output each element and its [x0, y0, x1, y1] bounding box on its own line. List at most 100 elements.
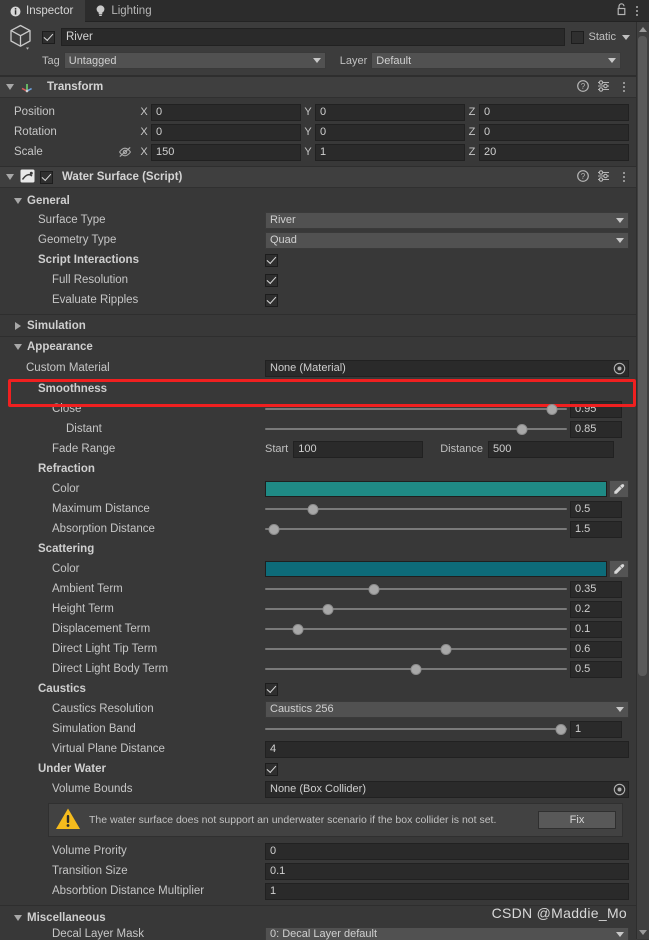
static-checkbox[interactable] — [571, 30, 585, 44]
direct-light-body-term-value-field[interactable]: 0.5 — [570, 660, 622, 678]
simulation-band-slider-knob[interactable] — [555, 723, 567, 735]
decal-layer-mask-dropdown[interactable]: 0: Decal Layer default — [265, 928, 629, 940]
scale-x-field[interactable]: 150 — [151, 143, 301, 161]
position-y-field[interactable]: 0 — [315, 103, 465, 121]
volume-priority-field[interactable]: 0 — [265, 842, 629, 860]
preset-icon[interactable] — [597, 169, 610, 185]
constrain-proportions-off-icon[interactable] — [118, 146, 132, 158]
help-icon[interactable]: ? — [577, 169, 589, 185]
scale-z-field[interactable]: 20 — [479, 143, 629, 161]
scattering-color-swatch[interactable] — [265, 561, 607, 577]
full-resolution-checkbox[interactable] — [265, 273, 278, 287]
displacement-term-value-field[interactable]: 0.1 — [570, 620, 622, 638]
eyedropper-icon[interactable] — [609, 560, 629, 578]
object-picker-icon[interactable] — [613, 362, 626, 375]
height-term-slider-knob[interactable] — [322, 603, 334, 615]
distant-slider-knob[interactable] — [516, 423, 528, 435]
ambient-term-slider[interactable] — [265, 581, 567, 598]
maximum-distance-slider-knob[interactable] — [307, 503, 319, 515]
direct-light-body-term-slider[interactable] — [265, 661, 567, 678]
tag-dropdown[interactable]: Untagged — [63, 52, 326, 69]
evaluate-ripples-checkbox[interactable] — [265, 293, 278, 307]
section-appearance-header[interactable]: Appearance — [0, 337, 636, 357]
fix-button[interactable]: Fix — [538, 811, 616, 829]
rotation-z-field[interactable]: 0 — [479, 123, 629, 141]
height-term-value-field[interactable]: 0.2 — [570, 600, 622, 618]
preset-icon[interactable] — [597, 79, 610, 95]
absorption-distance-slider[interactable] — [265, 521, 567, 538]
tab-lighting[interactable]: Lighting — [85, 0, 163, 22]
layer-dropdown[interactable]: Default — [371, 52, 622, 69]
appearance-foldout-icon[interactable] — [12, 344, 23, 350]
direct-light-tip-term-slider-knob[interactable] — [440, 643, 452, 655]
general-foldout-icon[interactable] — [12, 197, 23, 204]
displacement-term-row: Displacement Term 0.1 — [0, 619, 636, 639]
lock-icon[interactable] — [616, 2, 627, 19]
tab-inspector[interactable]: Inspector — [0, 0, 86, 22]
tabbar-menu-icon[interactable] — [631, 5, 643, 16]
object-picker-icon[interactable] — [613, 783, 626, 796]
height-term-slider[interactable] — [265, 601, 567, 618]
position-x-field[interactable]: 0 — [151, 103, 301, 121]
water-surface-enabled-checkbox[interactable] — [40, 170, 53, 184]
distant-value-field[interactable]: 0.85 — [570, 420, 622, 438]
fade-start-field[interactable]: 100 — [293, 440, 424, 458]
absorption-distance-multiplier-field[interactable]: 1 — [265, 882, 629, 900]
gameobject-enabled-checkbox[interactable] — [42, 30, 55, 44]
scroll-up-icon[interactable] — [638, 24, 647, 34]
under-water-checkbox[interactable] — [265, 762, 278, 776]
simulation-band-value-field[interactable]: 1 — [570, 720, 622, 738]
close-value-field[interactable]: 0.95 — [570, 400, 622, 418]
absorption-distance-slider-knob[interactable] — [268, 523, 280, 535]
refraction-color-swatch[interactable] — [265, 481, 607, 497]
scroll-down-icon[interactable] — [638, 927, 647, 937]
displacement-term-slider[interactable] — [265, 621, 567, 638]
scale-y-field[interactable]: 1 — [315, 143, 465, 161]
water-surface-menu-icon[interactable] — [618, 172, 630, 182]
maximum-distance-value-field[interactable]: 0.5 — [570, 500, 622, 518]
virtual-plane-distance-field[interactable]: 4 — [265, 740, 629, 758]
transform-menu-icon[interactable] — [618, 82, 630, 92]
position-z-field[interactable]: 0 — [479, 103, 629, 121]
ambient-term-value-field[interactable]: 0.35 — [570, 580, 622, 598]
caustics-resolution-dropdown[interactable]: Caustics 256 — [265, 700, 629, 718]
custom-material-objectfield[interactable]: None (Material) — [265, 359, 629, 377]
section-general-header[interactable]: General — [0, 191, 636, 210]
refraction-label: Refraction — [38, 463, 95, 475]
caustics-checkbox[interactable] — [265, 682, 278, 696]
direct-light-tip-term-value-field[interactable]: 0.6 — [570, 640, 622, 658]
simulation-band-slider[interactable] — [265, 721, 567, 738]
transform-foldout-icon[interactable] — [4, 84, 15, 90]
simulation-foldout-icon[interactable] — [12, 321, 23, 330]
rotation-y-field[interactable]: 0 — [315, 123, 465, 141]
displacement-term-slider-knob[interactable] — [292, 623, 304, 635]
ambient-term-row: Ambient Term 0.35 — [0, 579, 636, 599]
distant-slider[interactable] — [265, 421, 567, 438]
static-control[interactable]: Static — [571, 30, 630, 44]
miscellaneous-foldout-icon[interactable] — [12, 915, 23, 921]
absorption-distance-value-field[interactable]: 1.5 — [570, 520, 622, 538]
eyedropper-icon[interactable] — [609, 480, 629, 498]
transition-size-field[interactable]: 0.1 — [265, 862, 629, 880]
static-dropdown-icon[interactable] — [622, 34, 630, 40]
direct-light-body-term-slider-knob[interactable] — [410, 663, 422, 675]
close-slider-knob[interactable] — [546, 403, 558, 415]
volume-bounds-objectfield[interactable]: None (Box Collider) — [265, 780, 629, 798]
fade-distance-field[interactable]: 500 — [488, 440, 615, 458]
help-icon[interactable]: ? — [577, 79, 589, 95]
maximum-distance-slider[interactable] — [265, 501, 567, 518]
transform-component-header[interactable]: Transform ? — [0, 76, 636, 98]
close-slider[interactable] — [265, 401, 567, 418]
vertical-scrollbar[interactable] — [636, 22, 649, 939]
section-simulation-header[interactable]: Simulation — [0, 315, 636, 336]
geometry-type-dropdown[interactable]: Quad — [265, 231, 629, 249]
ambient-term-slider-knob[interactable] — [368, 583, 380, 595]
water-surface-component-header[interactable]: Water Surface (Script) ? — [0, 166, 636, 188]
water-surface-foldout-icon[interactable] — [4, 174, 15, 180]
gameobject-name-field[interactable]: River — [61, 28, 566, 46]
surface-type-dropdown[interactable]: River — [265, 211, 629, 229]
script-interactions-checkbox[interactable] — [265, 253, 278, 267]
rotation-x-field[interactable]: 0 — [151, 123, 301, 141]
scrollbar-thumb[interactable] — [638, 36, 647, 676]
direct-light-tip-term-slider[interactable] — [265, 641, 567, 658]
